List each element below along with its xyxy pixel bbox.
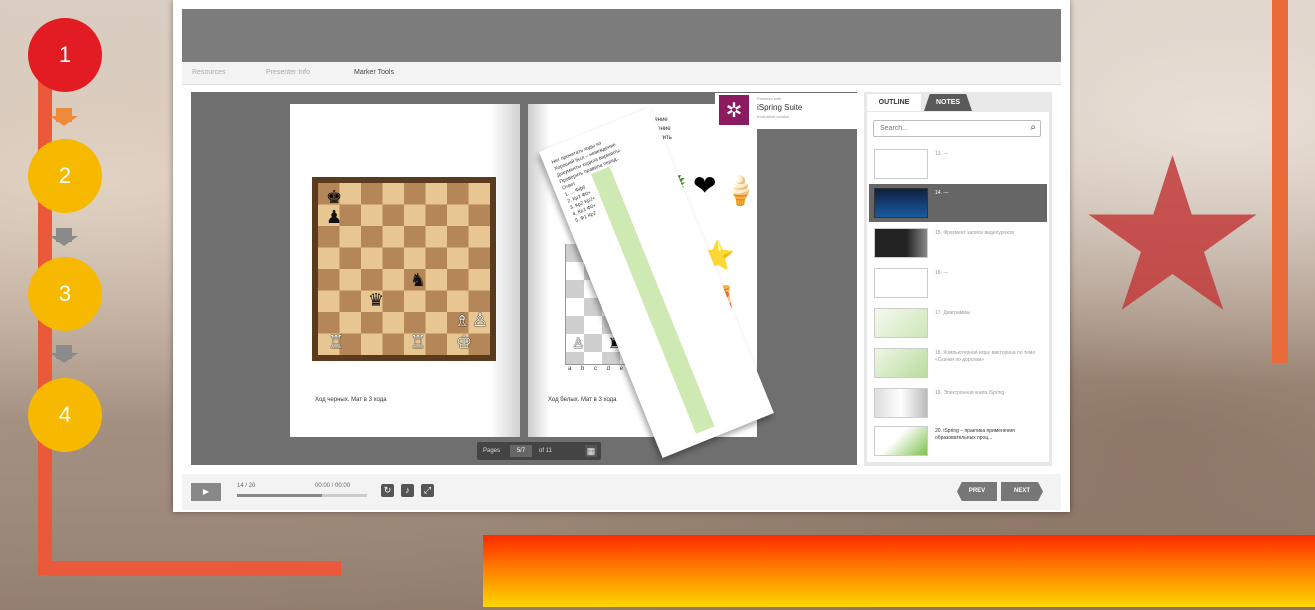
next-button[interactable]: NEXT [1001, 482, 1043, 501]
brand-top: Powered with [757, 96, 782, 101]
slide-item[interactable]: 18. Компьютерная игра: викторина по теме… [869, 344, 1047, 382]
left-page-caption: Ход черных. Мат в 3 хода [315, 397, 387, 403]
slide-thumbnail [874, 228, 928, 258]
slide-label: 17. Диаграммы [935, 310, 971, 316]
brand-name: iSpring Suite [757, 103, 803, 112]
tab-resources[interactable]: Resources [192, 69, 225, 76]
right-page-caption: Ход белых. Мат в 3 хода [548, 397, 617, 403]
pager-total: of 11 [539, 448, 552, 454]
white-bishop-icon: ♗ [454, 310, 471, 330]
slide-thumbnail [874, 149, 928, 179]
white-pawn-icon: ♙ [472, 310, 489, 330]
ispring-brand: ✲ Powered with iSpring Suite evaluation … [715, 93, 857, 129]
step-number: 1 [58, 42, 72, 67]
tab-outline[interactable]: OUTLINE [867, 94, 921, 111]
step-2-circle: 2 [28, 139, 102, 213]
step-number: 2 [58, 163, 72, 188]
play-button[interactable]: ▶ [191, 483, 221, 501]
page-navigator: Pages 5/7 of 11 ▦ [477, 442, 601, 460]
volume-icon[interactable]: ♪ [401, 484, 414, 497]
slide-label: 15. Фрагмент записи видеоуроков [935, 230, 1014, 236]
slide-thumbnail [874, 348, 928, 378]
black-pawn-icon: ♟ [326, 207, 343, 227]
heart-lollipop-sticker-icon: ❤ [693, 170, 717, 201]
down-arrow-icon [50, 228, 78, 246]
brand-bottom: evaluation version [757, 114, 790, 119]
popsicle-sticker-icon: 🍦 [723, 175, 758, 206]
search-field: ⌕ [873, 120, 1041, 137]
slide-stage: ♚ ♟ ♞ ♛ ♗ ♙ ♖ ♖ ♔ Ход черных. Мат в 3 хо… [191, 92, 857, 465]
ispring-player-window: Resources Presenter Info Marker Tools ♚ … [173, 0, 1070, 512]
slide-item[interactable]: 16. — [869, 264, 1047, 302]
down-arrow-icon [50, 108, 78, 126]
slide-item[interactable]: 13. — [869, 145, 1047, 183]
step-1-circle: 1 [28, 18, 102, 92]
slide-thumbnail [874, 426, 928, 456]
pager-label: Pages [483, 448, 501, 454]
tab-presenter-info[interactable]: Presenter Info [266, 69, 310, 76]
progress-bar[interactable] [237, 494, 367, 497]
black-queen-icon: ♛ [368, 290, 385, 310]
slide-label: 19. Электронная книга iSpring [935, 390, 1005, 396]
slide-thumbnail [874, 188, 928, 218]
step-number: 4 [58, 402, 72, 427]
slide-label: 14. — [935, 190, 949, 196]
slide-item[interactable]: 15. Фрагмент записи видеоуроков [869, 224, 1047, 262]
down-arrow-icon [50, 345, 78, 363]
gradient-banner [483, 535, 1315, 607]
replay-icon[interactable]: ↻ [381, 484, 394, 497]
slide-thumbnail [874, 308, 928, 338]
slide-thumbnail [874, 388, 928, 418]
fullscreen-icon[interactable]: ⤢ [421, 484, 434, 497]
outline-panel: ⌕ 13. — 14. — 15. Фрагмент записи видеоу… [867, 112, 1049, 462]
slide-item-selected[interactable]: 14. — [869, 184, 1047, 222]
slide-label: 20. iSpring – практика применения образо… [935, 428, 1015, 441]
progress-fill [237, 494, 322, 497]
grid-view-icon[interactable]: ▦ [585, 445, 597, 457]
player-tabs: Resources Presenter Info Marker Tools [182, 62, 1061, 85]
black-king-icon: ♚ [326, 187, 343, 207]
step-4-circle: 4 [28, 378, 102, 452]
right-orange-bar [1272, 0, 1288, 363]
chess-board-squares: ♚ ♟ ♞ ♛ ♗ ♙ ♖ ♖ ♔ [318, 183, 490, 355]
slide-thumbnail [874, 268, 928, 298]
slide-counter: 14 / 20 [237, 483, 256, 489]
ispring-logo-icon: ✲ [719, 95, 749, 125]
outline-sidebar: OUTLINE NOTES ⌕ 13. — 14. — 15. Фрагмент… [864, 92, 1052, 466]
step-path-horizontal [38, 561, 341, 576]
slide-item[interactable]: 20. iSpring – практика применения образо… [869, 422, 1047, 460]
slide-item[interactable]: 17. Диаграммы [869, 304, 1047, 342]
slide-label: 13. — [935, 151, 949, 157]
step-3-circle: 3 [28, 257, 102, 331]
white-rook-icon: ♖ [328, 332, 345, 352]
slide-label: 18. Компьютерная игра: викторина по теме… [935, 350, 1036, 363]
step-number: 3 [58, 281, 72, 306]
white-rook-icon: ♖ [410, 332, 427, 352]
black-knight-icon: ♞ [410, 270, 427, 290]
tab-marker-tools[interactable]: Marker Tools [354, 69, 394, 76]
player-header [182, 9, 1061, 62]
slide-label: 16. — [935, 270, 949, 276]
book-page-left: ♚ ♟ ♞ ♛ ♗ ♙ ♖ ♖ ♔ Ход черных. Мат в 3 хо… [290, 104, 520, 437]
white-pawn-icon: ♙ [572, 335, 585, 351]
board-files: a b c d e [568, 366, 628, 372]
time-display: 00:00 / 00:00 [315, 483, 351, 489]
search-input[interactable] [874, 121, 1026, 136]
page-input[interactable]: 5/7 [510, 445, 532, 457]
white-king-icon: ♔ [456, 332, 473, 352]
slide-item[interactable]: 19. Электронная книга iSpring [869, 384, 1047, 422]
prev-button[interactable]: PREV [957, 482, 997, 501]
playback-controls: ▶ 14 / 20 00:00 / 00:00 ↻ ♪ ⤢ PREV NEXT [182, 474, 1061, 510]
tab-notes[interactable]: NOTES [924, 94, 972, 111]
search-icon[interactable]: ⌕ [1030, 122, 1036, 133]
chess-board: ♚ ♟ ♞ ♛ ♗ ♙ ♖ ♖ ♔ [312, 177, 496, 361]
